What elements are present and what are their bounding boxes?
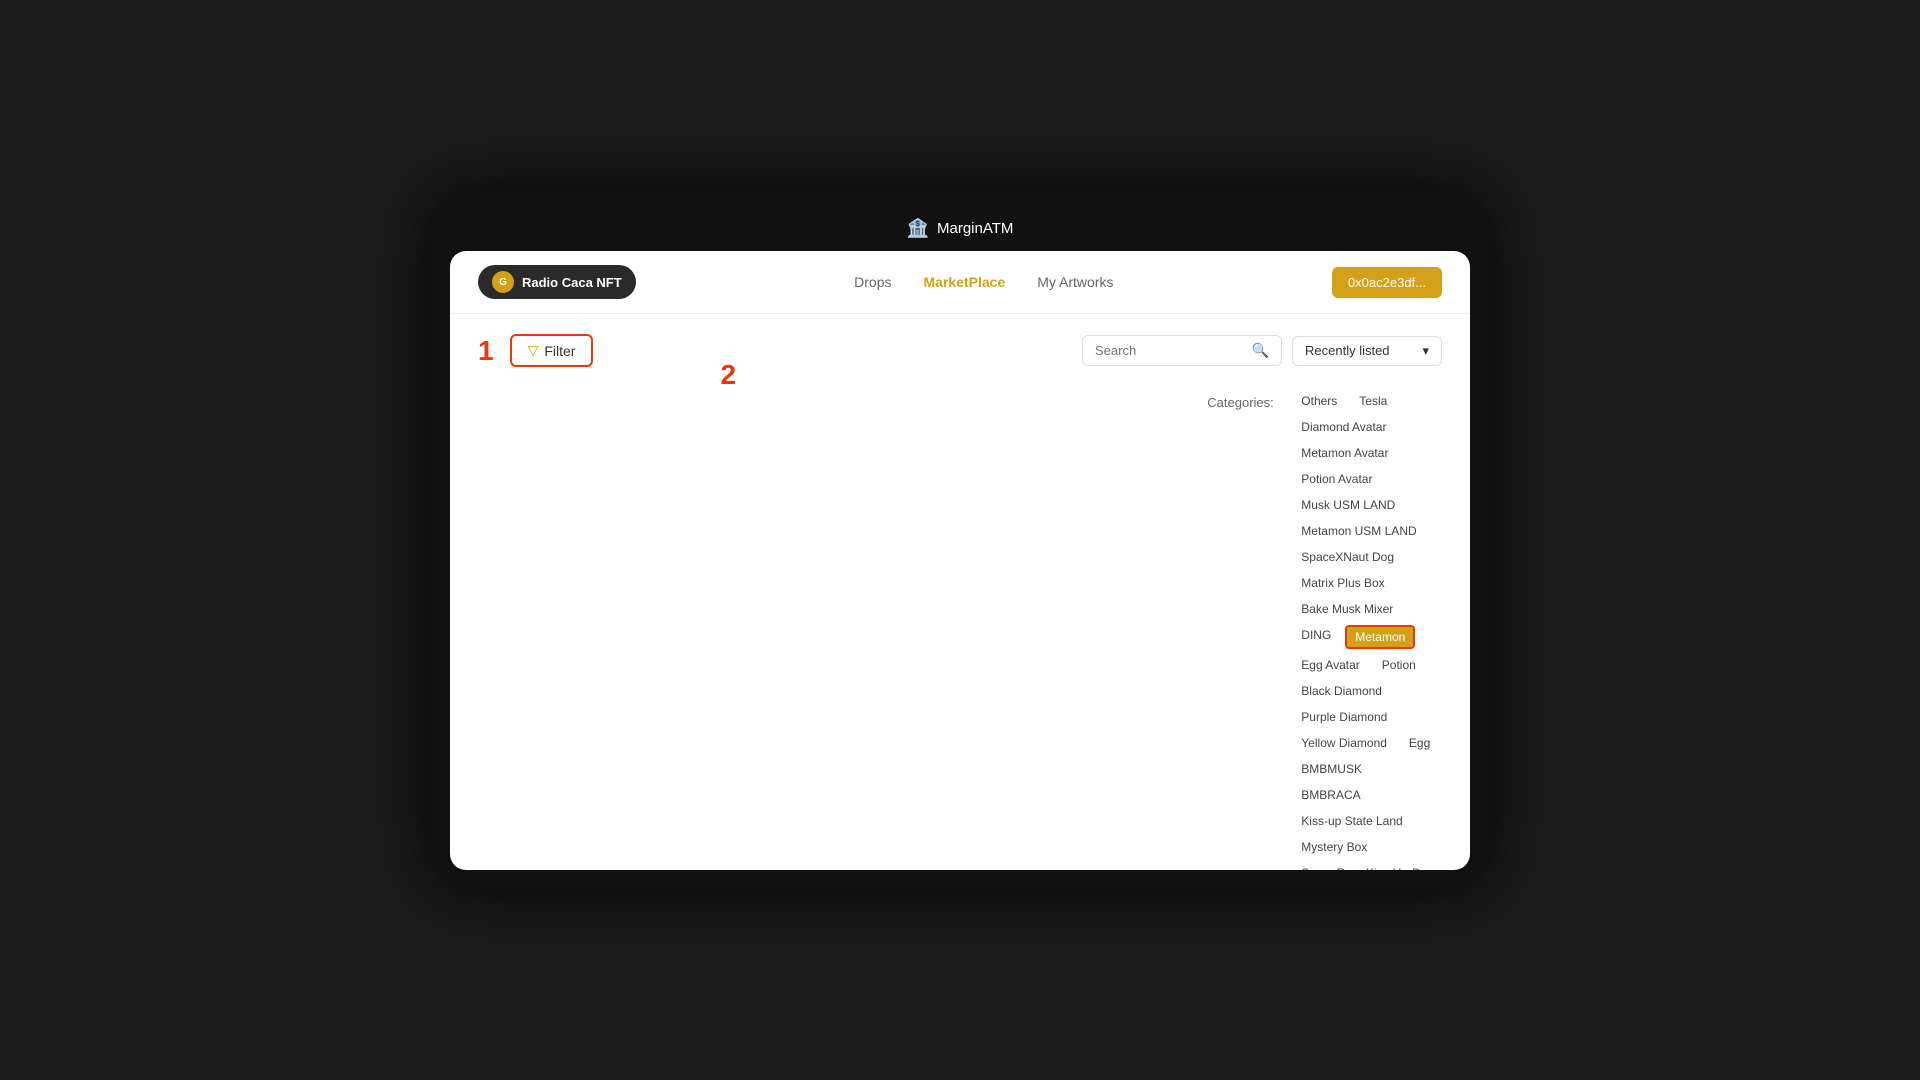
category-tag-others[interactable]: Others (1293, 391, 1345, 411)
sort-select[interactable]: Recently listed ▾ (1292, 336, 1442, 366)
category-tag-yellow-diamond[interactable]: Yellow Diamond (1293, 733, 1395, 753)
search-button[interactable]: 🔍 (1252, 342, 1269, 359)
chevron-down-icon: ▾ (1422, 343, 1429, 359)
category-tag-black-diamond[interactable]: Black Diamond (1293, 681, 1390, 701)
search-sort-row: 🔍 Recently listed ▾ (1082, 335, 1442, 366)
title-bar: 🏦 MarginATM (450, 210, 1470, 251)
category-tag-potion-avatar[interactable]: Potion Avatar (1293, 469, 1380, 489)
category-tag-ding[interactable]: DING (1293, 625, 1339, 649)
step2-number: 2 (721, 359, 737, 391)
logo-text: Radio Caca NFT (522, 275, 622, 290)
search-box: 🔍 (1082, 335, 1282, 366)
controls-row: 1 ▽ Filter 🔍 Recently listed ▾ (478, 334, 1442, 367)
category-tag-bake-musk-mixer[interactable]: Bake Musk Mixer (1293, 599, 1401, 619)
category-tag-mystery-box[interactable]: Mystery Box (1293, 837, 1375, 857)
categories-label: Categories: (1207, 391, 1277, 410)
categories-section: 2 Categories: OthersTeslaDiamond AvatarM… (478, 391, 1442, 870)
nav-marketplace[interactable]: MarketPlace (924, 274, 1006, 290)
category-tag-potion[interactable]: Potion (1374, 655, 1424, 675)
category-tag-bmbmusk[interactable]: BMBMUSK (1293, 759, 1370, 779)
category-tag-diamond-avatar[interactable]: Diamond Avatar (1293, 417, 1394, 437)
category-tag-matrix-plus-box[interactable]: Matrix Plus Box (1293, 573, 1392, 593)
category-tag-purple-diamond[interactable]: Purple Diamond (1293, 707, 1395, 727)
nav-drops[interactable]: Drops (854, 274, 891, 290)
header: G Radio Caca NFT Drops MarketPlace My Ar… (450, 251, 1470, 314)
main-content: 1 ▽ Filter 🔍 Recently listed ▾ (450, 314, 1470, 870)
filter-label: Filter (544, 343, 575, 359)
category-tag-egg-avatar[interactable]: Egg Avatar (1293, 655, 1368, 675)
category-tag-tesla[interactable]: Tesla (1351, 391, 1395, 411)
category-tag-metamon[interactable]: Metamon (1345, 625, 1415, 649)
category-tag-metamon-avatar[interactable]: Metamon Avatar (1293, 443, 1396, 463)
category-tag-kiss-up-state-land[interactable]: Kiss-up State Land (1293, 811, 1410, 831)
app-icon: 🏦 (907, 218, 929, 239)
sort-label: Recently listed (1305, 343, 1390, 358)
nav-my-artworks[interactable]: My Artworks (1037, 274, 1113, 290)
filter-icon: ▽ (528, 342, 539, 359)
category-tag-spacexnaut-dog[interactable]: SpaceXNaut Dog (1293, 547, 1402, 567)
search-input[interactable] (1095, 343, 1244, 358)
wallet-button[interactable]: 0x0ac2e3df... (1332, 267, 1442, 298)
app-title: MarginATM (937, 220, 1013, 237)
app-window: G Radio Caca NFT Drops MarketPlace My Ar… (450, 251, 1470, 870)
category-tag-musk-usm-land[interactable]: Musk USM LAND (1293, 495, 1403, 515)
filter-button[interactable]: ▽ Filter (510, 334, 594, 367)
category-tag-super-rare-kiss-up-dog[interactable]: Super Rare Kiss-Up-Dog (1293, 863, 1442, 870)
navigation: Drops MarketPlace My Artworks (854, 274, 1113, 290)
step1-number: 1 (478, 335, 494, 367)
category-tag-bmbraca[interactable]: BMBRACA (1293, 785, 1368, 805)
category-tag-egg[interactable]: Egg (1401, 733, 1438, 753)
logo-badge[interactable]: G Radio Caca NFT (478, 265, 636, 299)
logo-icon: G (492, 271, 514, 293)
categories-tags: Others Tesla Diamond Avatar Metamon Avatar P… (1293, 391, 1442, 870)
category-tag-metamon-usm-land[interactable]: Metamon USM LAND (1293, 521, 1424, 541)
